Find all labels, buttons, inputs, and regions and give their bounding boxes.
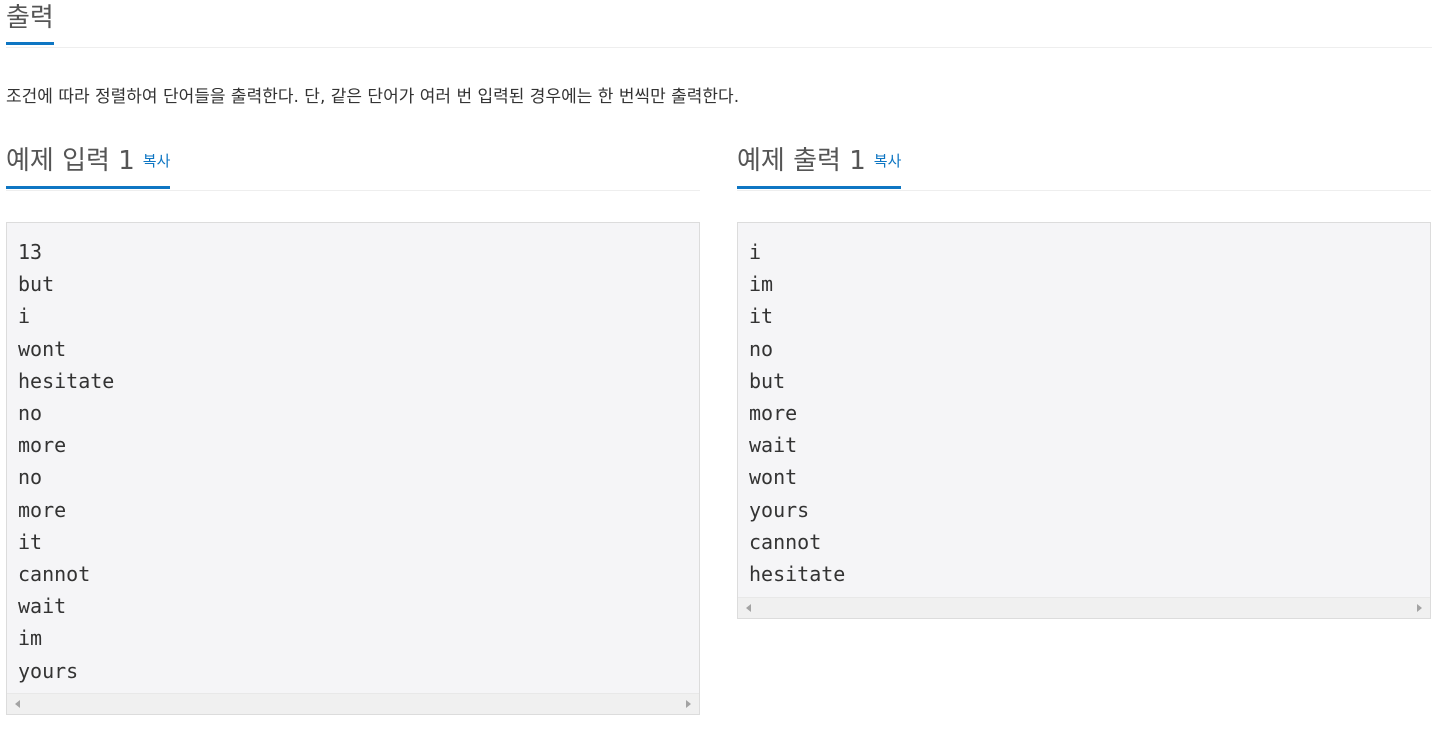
sample-output-scrollbar[interactable] (738, 597, 1430, 618)
output-section-title: 출력 (6, 0, 54, 45)
sample-input-text[interactable]: 13 but i wont hesitate no more no more i… (7, 223, 699, 687)
copy-output-button[interactable]: 복사 (874, 152, 902, 170)
sample-input-scrollbar[interactable] (7, 693, 699, 714)
sample-output-header: 예제 출력 1 복사 (737, 142, 1431, 191)
output-section-header: 출력 (6, 0, 1432, 48)
sample-output-box[interactable]: i im it no but more wait wont yours cann… (737, 222, 1431, 619)
sample-output-heading: 예제 출력 1 복사 (737, 142, 902, 189)
sample-input-title: 예제 입력 1 (6, 146, 135, 176)
sample-output-title: 예제 출력 1 (737, 146, 866, 176)
scroll-left-arrow-icon[interactable] (15, 700, 20, 708)
scroll-right-arrow-icon[interactable] (1417, 604, 1422, 612)
output-description: 조건에 따라 정렬하여 단어들을 출력한다. 단, 같은 단어가 여러 번 입력… (6, 87, 740, 107)
sample-input-header: 예제 입력 1 복사 (6, 142, 700, 191)
sample-output-text[interactable]: i im it no but more wait wont yours cann… (738, 223, 1430, 590)
sample-input-box[interactable]: 13 but i wont hesitate no more no more i… (6, 222, 700, 715)
sample-input-heading: 예제 입력 1 복사 (6, 142, 171, 189)
scroll-left-arrow-icon[interactable] (746, 604, 751, 612)
copy-input-button[interactable]: 복사 (143, 152, 171, 170)
scroll-right-arrow-icon[interactable] (686, 700, 691, 708)
